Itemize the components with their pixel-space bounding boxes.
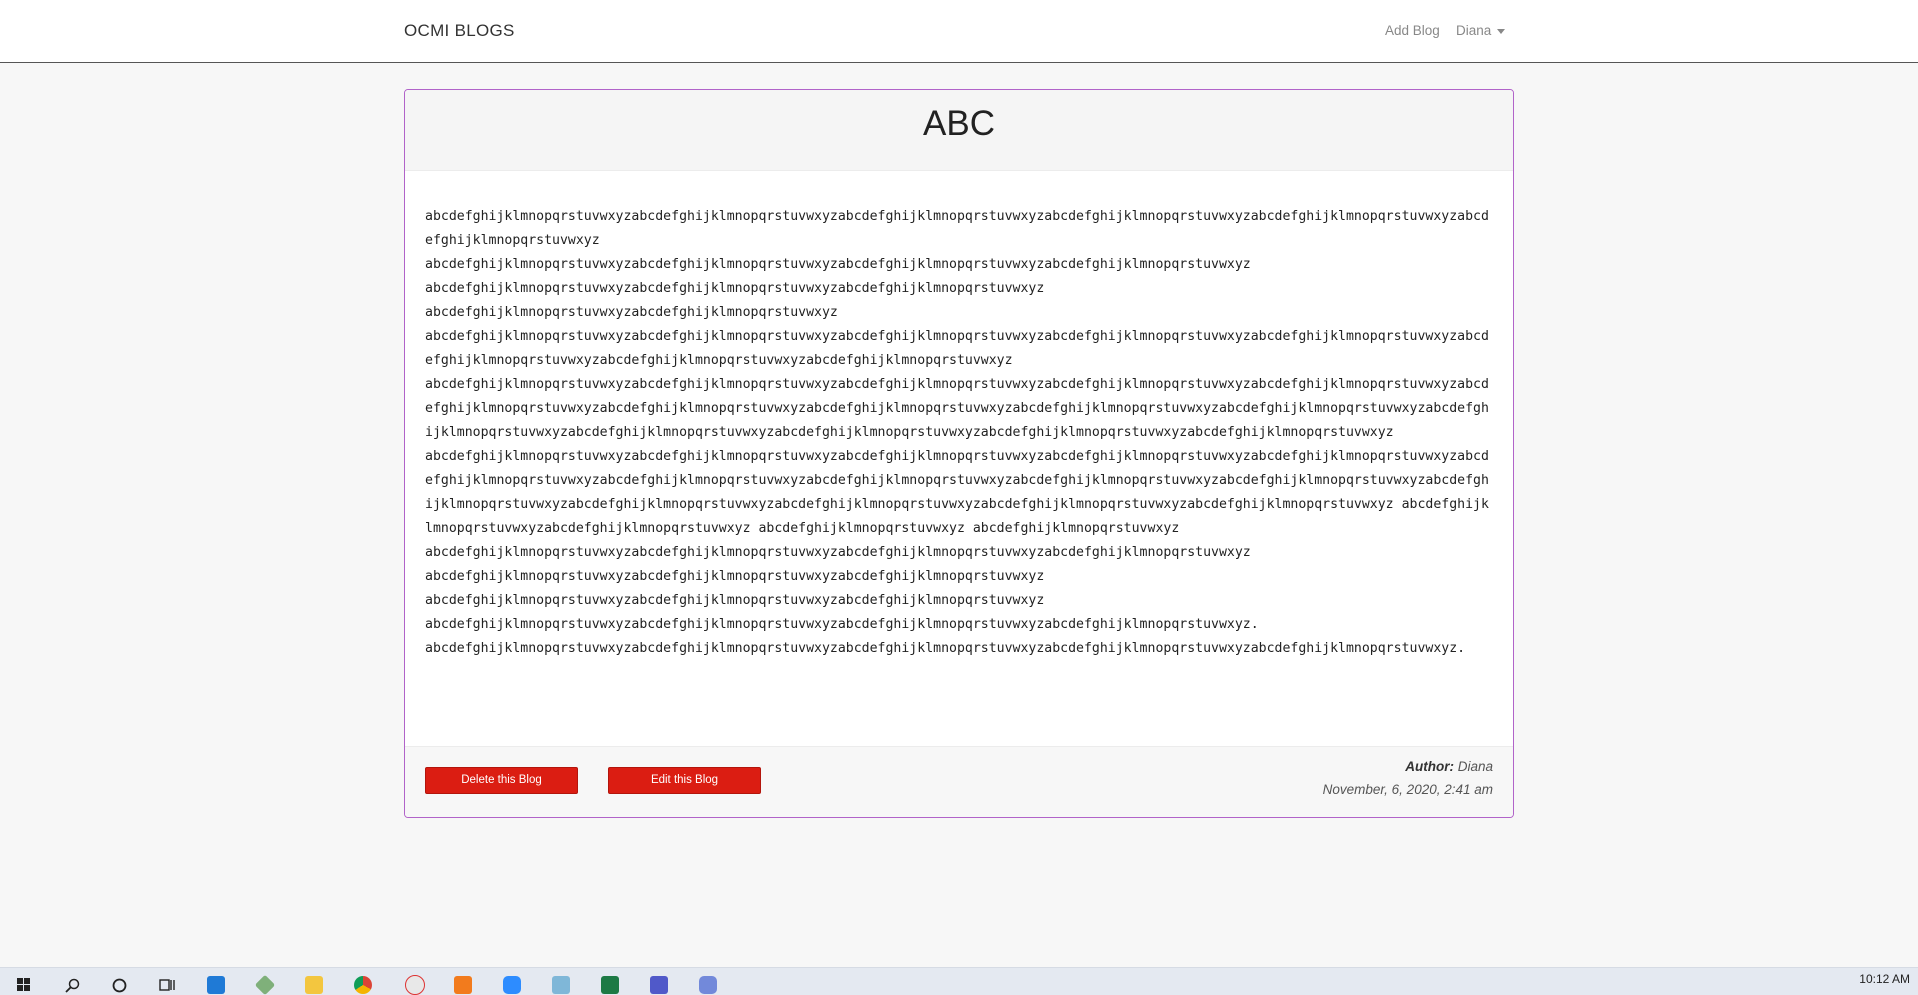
post-date: November, 6, 2020, 2:41 am [1322, 782, 1493, 797]
cortana-icon[interactable] [109, 975, 129, 995]
blog-card: ABC abcdefghijklmnopqrstuvwxyzabcdefghij… [404, 89, 1514, 818]
author-info: Author: Diana [1405, 759, 1493, 774]
blog-paragraph: abcdefghijklmnopqrstuvwxyzabcdefghijklmn… [425, 209, 1489, 248]
card-footer: Delete this Blog Edit this Blog Author: … [405, 746, 1513, 817]
notepad-icon[interactable] [551, 975, 571, 995]
file-explorer-icon[interactable] [304, 975, 324, 995]
blog-paragraph: abcdefghijklmnopqrstuvwxyzabcdefghijklmn… [425, 569, 1045, 584]
blog-title: ABC [923, 104, 995, 143]
brand-link[interactable]: OCMI BLOGS [404, 21, 515, 41]
blog-paragraph: abcdefghijklmnopqrstuvwxyzabcdefghijklmn… [425, 449, 1489, 536]
search-icon[interactable] [62, 975, 82, 995]
zoom-icon[interactable] [502, 975, 522, 995]
teams-icon[interactable] [649, 975, 669, 995]
chrome-icon[interactable] [353, 975, 373, 995]
blog-paragraph: abcdefghijklmnopqrstuvwxyzabcdefghijklmn… [425, 329, 1489, 368]
author-name: Diana [1457, 759, 1493, 774]
card-header: ABC [405, 90, 1513, 171]
caret-down-icon [1497, 28, 1506, 34]
excel-icon[interactable] [600, 975, 620, 995]
add-blog-link[interactable]: Add Blog [1385, 23, 1440, 38]
paint-icon[interactable] [405, 975, 425, 995]
vscode-icon[interactable] [206, 975, 226, 995]
delete-blog-button[interactable]: Delete this Blog [425, 767, 578, 794]
clock[interactable]: 10:12 AM [1859, 972, 1910, 987]
blog-content: abcdefghijklmnopqrstuvwxyzabcdefghijklmn… [425, 205, 1491, 661]
blog-paragraph: abcdefghijklmnopqrstuvwxyzabcdefghijklmn… [425, 593, 1045, 608]
navbar: OCMI BLOGS Add Blog Diana [0, 0, 1918, 63]
author-label: Author: [1405, 759, 1454, 774]
user-name: Diana [1456, 23, 1492, 38]
app-icon[interactable] [254, 974, 276, 995]
task-view-icon[interactable] [157, 975, 177, 995]
discord-icon[interactable] [698, 975, 718, 995]
xampp-icon[interactable] [453, 975, 473, 995]
edit-blog-button[interactable]: Edit this Blog [608, 767, 761, 794]
taskbar: 10:12 AM [0, 967, 1918, 995]
blog-paragraph: abcdefghijklmnopqrstuvwxyzabcdefghijklmn… [425, 281, 1045, 296]
windows-start-icon[interactable] [14, 975, 34, 995]
blog-paragraph: abcdefghijklmnopqrstuvwxyzabcdefghijklmn… [425, 617, 1259, 632]
blog-paragraph: abcdefghijklmnopqrstuvwxyzabcdefghijklmn… [425, 377, 1489, 440]
user-dropdown[interactable]: Diana [1456, 23, 1506, 38]
blog-paragraph: abcdefghijklmnopqrstuvwxyzabcdefghijklmn… [425, 305, 838, 320]
blog-paragraph: abcdefghijklmnopqrstuvwxyzabcdefghijklmn… [425, 257, 1251, 272]
blog-paragraph: abcdefghijklmnopqrstuvwxyzabcdefghijklmn… [425, 545, 1251, 560]
blog-paragraph: abcdefghijklmnopqrstuvwxyzabcdefghijklmn… [425, 641, 1466, 656]
